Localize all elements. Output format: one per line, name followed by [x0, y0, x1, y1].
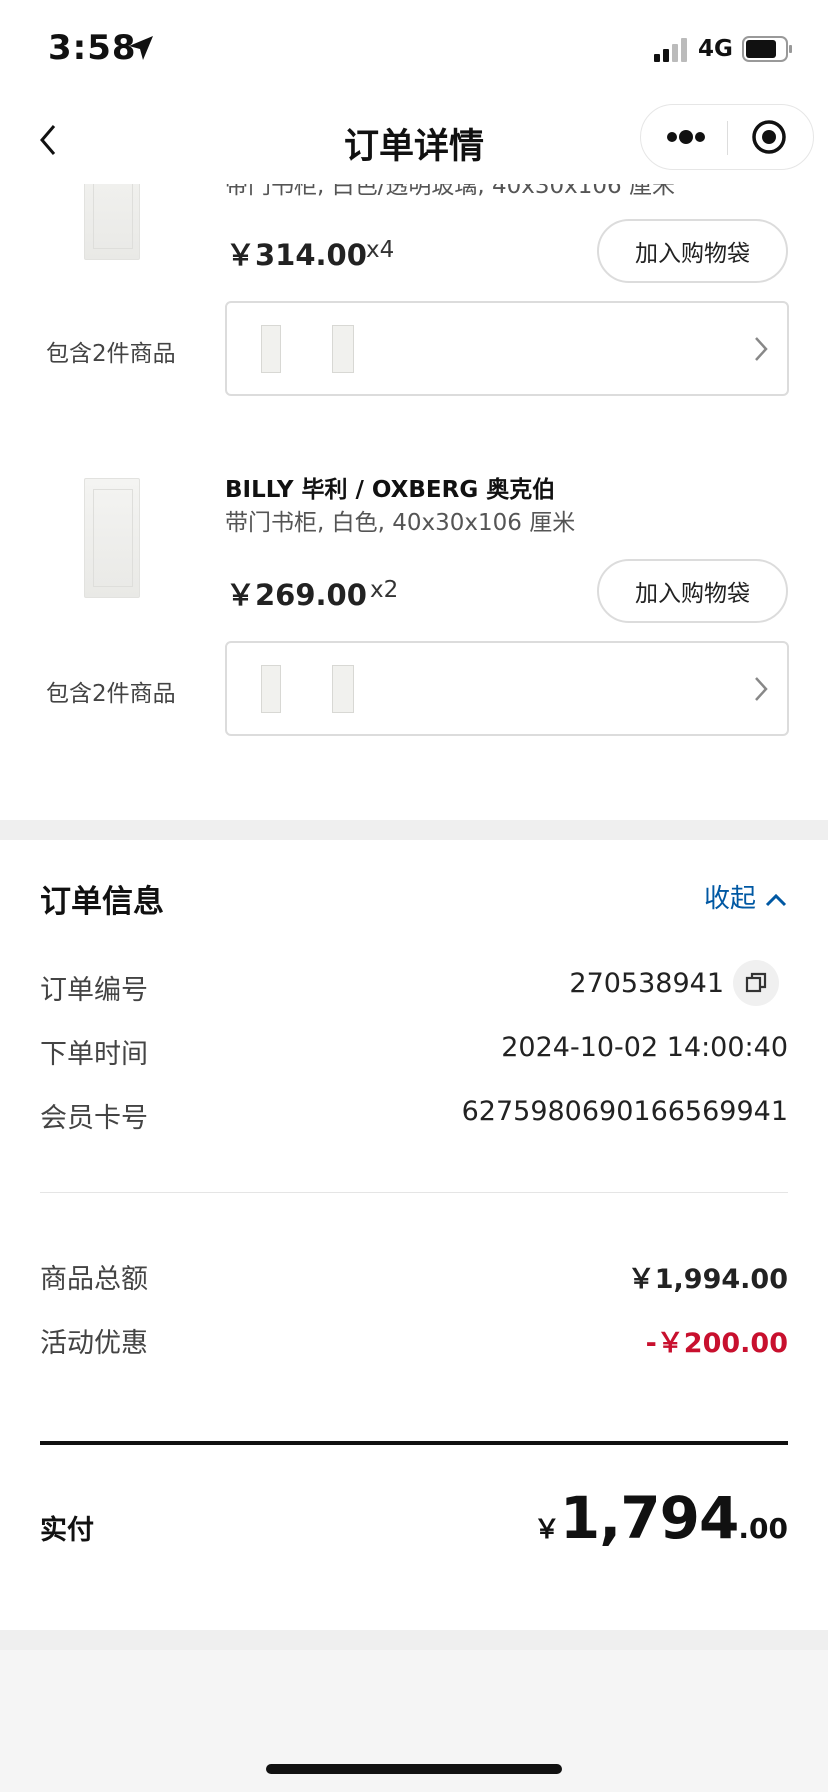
divider [40, 1192, 788, 1193]
contained-products-box[interactable] [225, 301, 789, 396]
more-button[interactable] [641, 105, 727, 169]
order-time-value: 2024-10-02 14:00:40 [501, 1032, 788, 1063]
section-divider [0, 1630, 828, 1650]
status-time: 3:58 [48, 28, 137, 68]
contained-product-thumb [332, 665, 354, 713]
paid-currency: ￥ [533, 1515, 560, 1545]
home-indicator [266, 1764, 562, 1774]
item-quantity: x4 [366, 237, 395, 263]
section-divider [0, 820, 828, 840]
member-card-label: 会员卡号 [40, 1103, 148, 1134]
item-description: 带门书柜, 白色, 40x30x106 厘米 [225, 510, 576, 536]
contained-product-thumb [332, 325, 354, 373]
member-card-value: 6275980690166569941 [461, 1096, 788, 1127]
item-name: BILLY 毕利 / OXBERG 奥克伯 [225, 477, 556, 503]
order-number-value: 270538941 [569, 968, 724, 999]
add-to-bag-button[interactable]: 加入购物袋 [597, 219, 788, 283]
item-price: ￥269.00 [226, 578, 367, 612]
contains-items-label: 包含2件商品 [46, 681, 176, 707]
target-close-icon [752, 120, 786, 154]
mini-program-capsule [640, 104, 814, 170]
item-quantity: x2 [370, 577, 399, 603]
navigation-bar: 订单详情 [0, 96, 828, 184]
chevron-up-icon [765, 893, 787, 906]
more-dots-icon [667, 130, 705, 144]
contains-items-label: 包含2件商品 [46, 341, 176, 367]
order-detail-content: 带门书柜, 白色/透明玻璃, 40x30x106 厘米 ￥314.00 x4 加… [0, 0, 828, 1792]
product-image [84, 478, 140, 598]
paid-label: 实付 [40, 1515, 94, 1546]
divider [40, 1441, 788, 1445]
copy-button[interactable] [733, 960, 779, 1006]
collapse-label: 收起 [703, 884, 756, 914]
order-number-label: 订单编号 [40, 975, 148, 1006]
network-type: 4G [698, 36, 733, 62]
contained-products-box[interactable] [225, 641, 789, 736]
contained-product-thumb [261, 325, 281, 373]
discount-value: -￥200.00 [645, 1328, 788, 1359]
copy-icon [745, 972, 767, 993]
chevron-right-icon [755, 677, 768, 701]
discount-label: 活动优惠 [40, 1328, 148, 1359]
order-time-label: 下单时间 [40, 1039, 148, 1070]
paid-integer: 1,794 [559, 1484, 739, 1552]
location-arrow-icon [129, 36, 153, 60]
collapse-button[interactable]: 收起 [704, 878, 788, 915]
paid-amount: ￥1,794.00 [534, 1484, 788, 1552]
signal-icon [654, 38, 687, 62]
close-mini-program-button[interactable] [728, 105, 814, 169]
goods-total-label: 商品总额 [40, 1264, 148, 1295]
contained-product-thumb [261, 665, 281, 713]
item-price: ￥314.00 [226, 238, 367, 272]
goods-total-value: ￥1,994.00 [627, 1264, 788, 1295]
battery-icon [742, 36, 792, 62]
add-to-bag-button[interactable]: 加入购物袋 [597, 559, 788, 623]
order-info-title: 订单信息 [40, 884, 164, 920]
chevron-right-icon [755, 337, 768, 361]
status-bar: 3:58 4G [0, 0, 828, 96]
paid-decimal: .00 [738, 1512, 788, 1545]
